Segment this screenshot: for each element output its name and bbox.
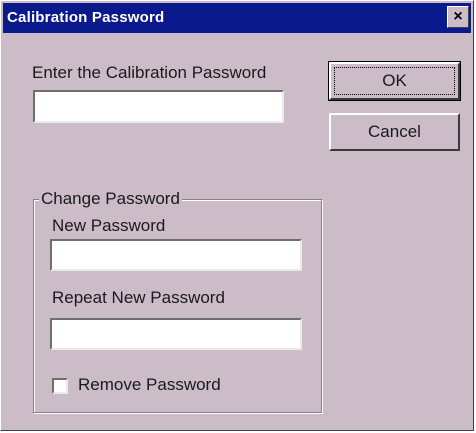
new-password-label: New Password bbox=[52, 216, 166, 235]
change-password-caption: Change Password bbox=[39, 189, 182, 209]
close-icon: × bbox=[453, 8, 463, 25]
password-label: Enter the Calibration Password bbox=[32, 63, 267, 82]
cancel-button[interactable]: Cancel bbox=[329, 113, 460, 151]
remove-password-checkbox[interactable] bbox=[52, 378, 68, 394]
title-bar[interactable]: Calibration Password × bbox=[3, 3, 471, 33]
repeat-new-password-input[interactable] bbox=[50, 318, 302, 350]
close-button[interactable]: × bbox=[447, 6, 469, 28]
cancel-button-label: Cancel bbox=[368, 122, 421, 141]
remove-password-label[interactable]: Remove Password bbox=[78, 375, 221, 395]
new-password-input[interactable] bbox=[50, 239, 302, 271]
ok-button-label: OK bbox=[382, 71, 407, 90]
dialog-title: Calibration Password bbox=[7, 9, 165, 26]
calibration-password-input[interactable] bbox=[33, 90, 284, 123]
ok-button[interactable]: OK bbox=[328, 61, 461, 101]
calibration-password-dialog: Calibration Password × Enter the Calibra… bbox=[0, 0, 474, 431]
repeat-new-password-label: Repeat New Password bbox=[52, 288, 225, 307]
